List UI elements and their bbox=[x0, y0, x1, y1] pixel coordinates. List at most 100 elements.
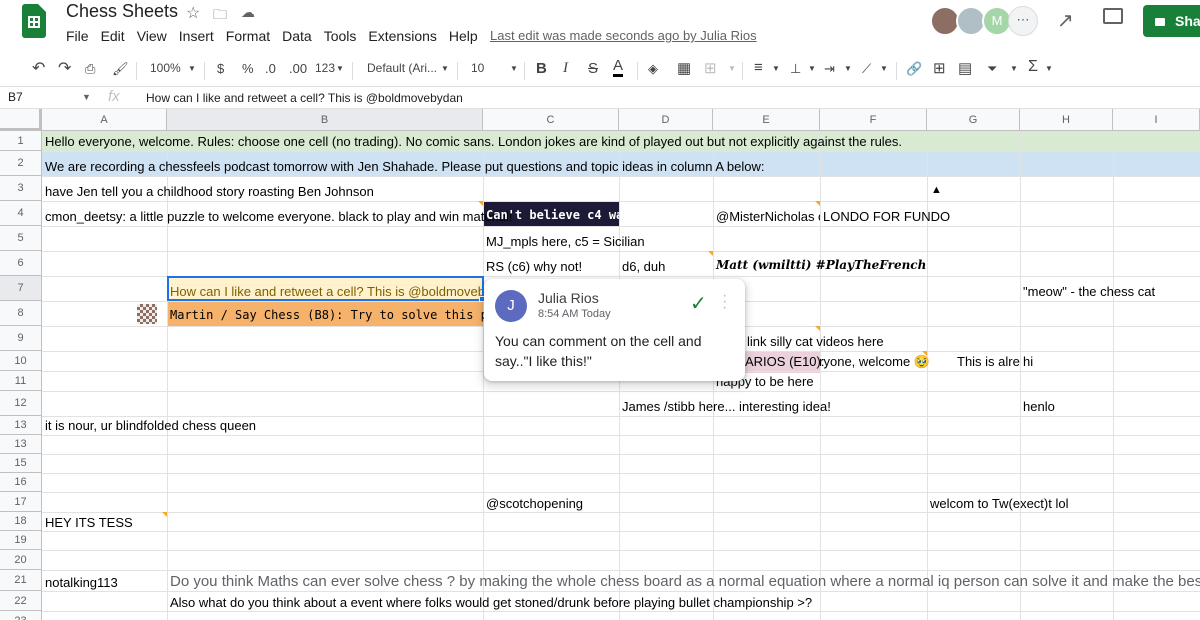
cell-a3[interactable]: have Jen tell you a childhood story roas… bbox=[42, 184, 374, 199]
chevron-down-icon[interactable]: ▼ bbox=[772, 64, 780, 73]
activity-trend-icon[interactable]: ↗ bbox=[1057, 8, 1074, 33]
column-header-e[interactable]: E bbox=[713, 109, 820, 131]
cell-h7[interactable]: "meow" - the chess cat bbox=[1020, 284, 1155, 299]
resolve-check-icon[interactable]: ✓ bbox=[690, 291, 707, 316]
chevron-down-icon[interactable]: ▼ bbox=[510, 64, 518, 73]
note-marker[interactable] bbox=[922, 351, 927, 356]
select-all-corner[interactable] bbox=[0, 109, 42, 131]
cell-h12[interactable]: henlo bbox=[1020, 399, 1055, 414]
cell-a13[interactable]: it is nour, ur blindfolded chess queen bbox=[42, 418, 256, 433]
note-marker[interactable] bbox=[815, 326, 820, 331]
column-header-d[interactable]: D bbox=[619, 109, 713, 131]
menu-tools[interactable]: Tools bbox=[318, 27, 363, 45]
cell-a1[interactable]: Hello everyone, welcome. Rules: choose o… bbox=[42, 134, 902, 149]
row-header[interactable]: 18 bbox=[0, 512, 42, 531]
row-header[interactable]: 6 bbox=[0, 251, 42, 276]
font-size-select[interactable]: 10 bbox=[471, 61, 484, 75]
move-folder-icon[interactable]: 🗀 bbox=[213, 4, 227, 28]
vertical-align-icon[interactable]: ⊥ bbox=[790, 61, 801, 77]
redo-icon[interactable]: ↷ bbox=[58, 58, 71, 78]
row-header[interactable]: 2 bbox=[0, 151, 42, 176]
row-header[interactable]: 3 bbox=[0, 176, 42, 201]
cell-d12[interactable]: James /stibb here... interesting idea! bbox=[619, 399, 831, 414]
row-header[interactable]: 10 bbox=[0, 351, 42, 371]
bold-button[interactable]: B bbox=[536, 60, 547, 77]
cell-e6[interactable]: Matt (wmiltti) #PlayTheFrench bbox=[713, 258, 926, 272]
cell-a4[interactable]: cmon_deetsy: a little puzzle to welcome … bbox=[42, 209, 513, 224]
chessboard-thumbnail[interactable] bbox=[137, 304, 157, 324]
chevron-down-icon[interactable]: ▼ bbox=[441, 64, 449, 73]
cell-b8[interactable]: Martin / Say Chess (B8): Try to solve th… bbox=[167, 308, 484, 322]
row-header[interactable]: 5 bbox=[0, 226, 42, 251]
chevron-down-icon[interactable]: ▼ bbox=[808, 64, 816, 73]
menu-insert[interactable]: Insert bbox=[173, 27, 220, 45]
cell-b22[interactable]: Also what do you think about a event whe… bbox=[167, 595, 812, 610]
more-viewers-icon[interactable]: ⋯ bbox=[1008, 6, 1038, 36]
note-marker[interactable] bbox=[708, 251, 713, 256]
print-icon[interactable]: ⎙ bbox=[85, 61, 95, 77]
last-edit-link[interactable]: Last edit was made seconds ago by Julia … bbox=[490, 28, 757, 43]
menu-file[interactable]: File bbox=[60, 27, 95, 45]
column-header-i[interactable]: I bbox=[1113, 109, 1200, 131]
cell-c5[interactable]: MJ_mpls here, c5 = Sicilian bbox=[483, 234, 645, 249]
chevron-down-icon[interactable]: ▼ bbox=[880, 64, 888, 73]
cell-a2[interactable]: We are recording a chessfeels podcast to… bbox=[42, 159, 765, 174]
cell-h10[interactable]: hi bbox=[1020, 354, 1033, 369]
comment-card[interactable]: J Julia Rios 8:54 AM Today ✓ · · · You can… bbox=[484, 279, 745, 381]
chevron-down-icon[interactable]: ▼ bbox=[1010, 64, 1018, 73]
italic-button[interactable]: I bbox=[563, 60, 568, 77]
font-select[interactable]: Default (Ari... bbox=[367, 61, 437, 75]
zoom-select[interactable]: 100% bbox=[150, 61, 181, 75]
note-marker[interactable] bbox=[815, 201, 820, 206]
cloud-status-icon[interactable]: ☁ bbox=[241, 4, 255, 21]
menu-extensions[interactable]: Extensions bbox=[362, 27, 442, 45]
name-box[interactable]: B7 bbox=[8, 90, 23, 104]
cell-b7[interactable]: How can I like and retweet a cell? This … bbox=[167, 284, 513, 299]
row-header[interactable]: 4 bbox=[0, 201, 42, 226]
note-marker[interactable] bbox=[478, 201, 483, 206]
row-header[interactable]: 19 bbox=[0, 531, 42, 550]
chevron-down-icon[interactable]: ▼ bbox=[844, 64, 852, 73]
star-icon[interactable]: ☆ bbox=[186, 3, 200, 23]
chevron-down-icon[interactable]: ▼ bbox=[728, 64, 736, 73]
functions-icon[interactable]: Σ bbox=[1028, 58, 1038, 76]
cell-e4[interactable]: @MisterNicholas o bbox=[713, 209, 820, 224]
more-formats-button[interactable]: 123 bbox=[315, 61, 335, 75]
more-options-icon[interactable]: · · · bbox=[722, 288, 730, 316]
cell-a21[interactable]: notalking113 bbox=[42, 575, 118, 590]
text-rotate-icon[interactable]: ⟋ bbox=[862, 61, 871, 77]
column-header-g[interactable]: G bbox=[927, 109, 1020, 131]
doc-title[interactable]: Chess Sheets bbox=[66, 1, 178, 22]
row-header[interactable]: 15 bbox=[0, 454, 42, 473]
column-header-h[interactable]: H bbox=[1020, 109, 1113, 131]
menu-view[interactable]: View bbox=[131, 27, 173, 45]
cell-c6[interactable]: RS (c6) why not! bbox=[483, 259, 582, 274]
align-left-icon[interactable]: ≡ bbox=[754, 59, 763, 76]
row-header[interactable]: 23 bbox=[0, 611, 42, 620]
comment-history-icon[interactable] bbox=[1103, 8, 1123, 24]
menu-help[interactable]: Help bbox=[443, 27, 484, 45]
cell-e9[interactable]: link silly cat videos here bbox=[744, 334, 884, 349]
cell-g17[interactable]: welcom to Tw(exect)t lol bbox=[927, 496, 1068, 511]
cell-e10[interactable]: ARIOS (E10): Hi everyone, welcome 🥹 bbox=[742, 354, 827, 370]
insert-chart-icon[interactable]: ▤ bbox=[958, 59, 972, 77]
row-header[interactable]: 8 bbox=[0, 301, 42, 326]
fill-color-icon[interactable]: ◈ bbox=[648, 61, 658, 77]
menu-data[interactable]: Data bbox=[276, 27, 318, 45]
menu-edit[interactable]: Edit bbox=[95, 27, 131, 45]
row-header[interactable]: 13 bbox=[0, 435, 42, 454]
column-header-f[interactable]: F bbox=[820, 109, 927, 131]
currency-format-button[interactable]: $ bbox=[217, 61, 224, 76]
row-header[interactable]: 22 bbox=[0, 591, 42, 611]
borders-icon[interactable]: ▦ bbox=[677, 59, 691, 77]
chevron-down-icon[interactable]: ▼ bbox=[336, 64, 344, 73]
row-header[interactable]: 9 bbox=[0, 326, 42, 351]
chevron-down-icon[interactable]: ▼ bbox=[82, 92, 91, 102]
note-marker[interactable] bbox=[162, 512, 167, 517]
percent-format-button[interactable]: % bbox=[242, 61, 254, 76]
share-button[interactable]: Shar bbox=[1143, 5, 1200, 37]
undo-icon[interactable]: ↶ bbox=[32, 58, 45, 78]
insert-link-icon[interactable]: 🔗 bbox=[906, 61, 922, 77]
decrease-decimal-button[interactable]: .0 bbox=[265, 61, 276, 76]
row-header[interactable]: 21 bbox=[0, 570, 42, 591]
